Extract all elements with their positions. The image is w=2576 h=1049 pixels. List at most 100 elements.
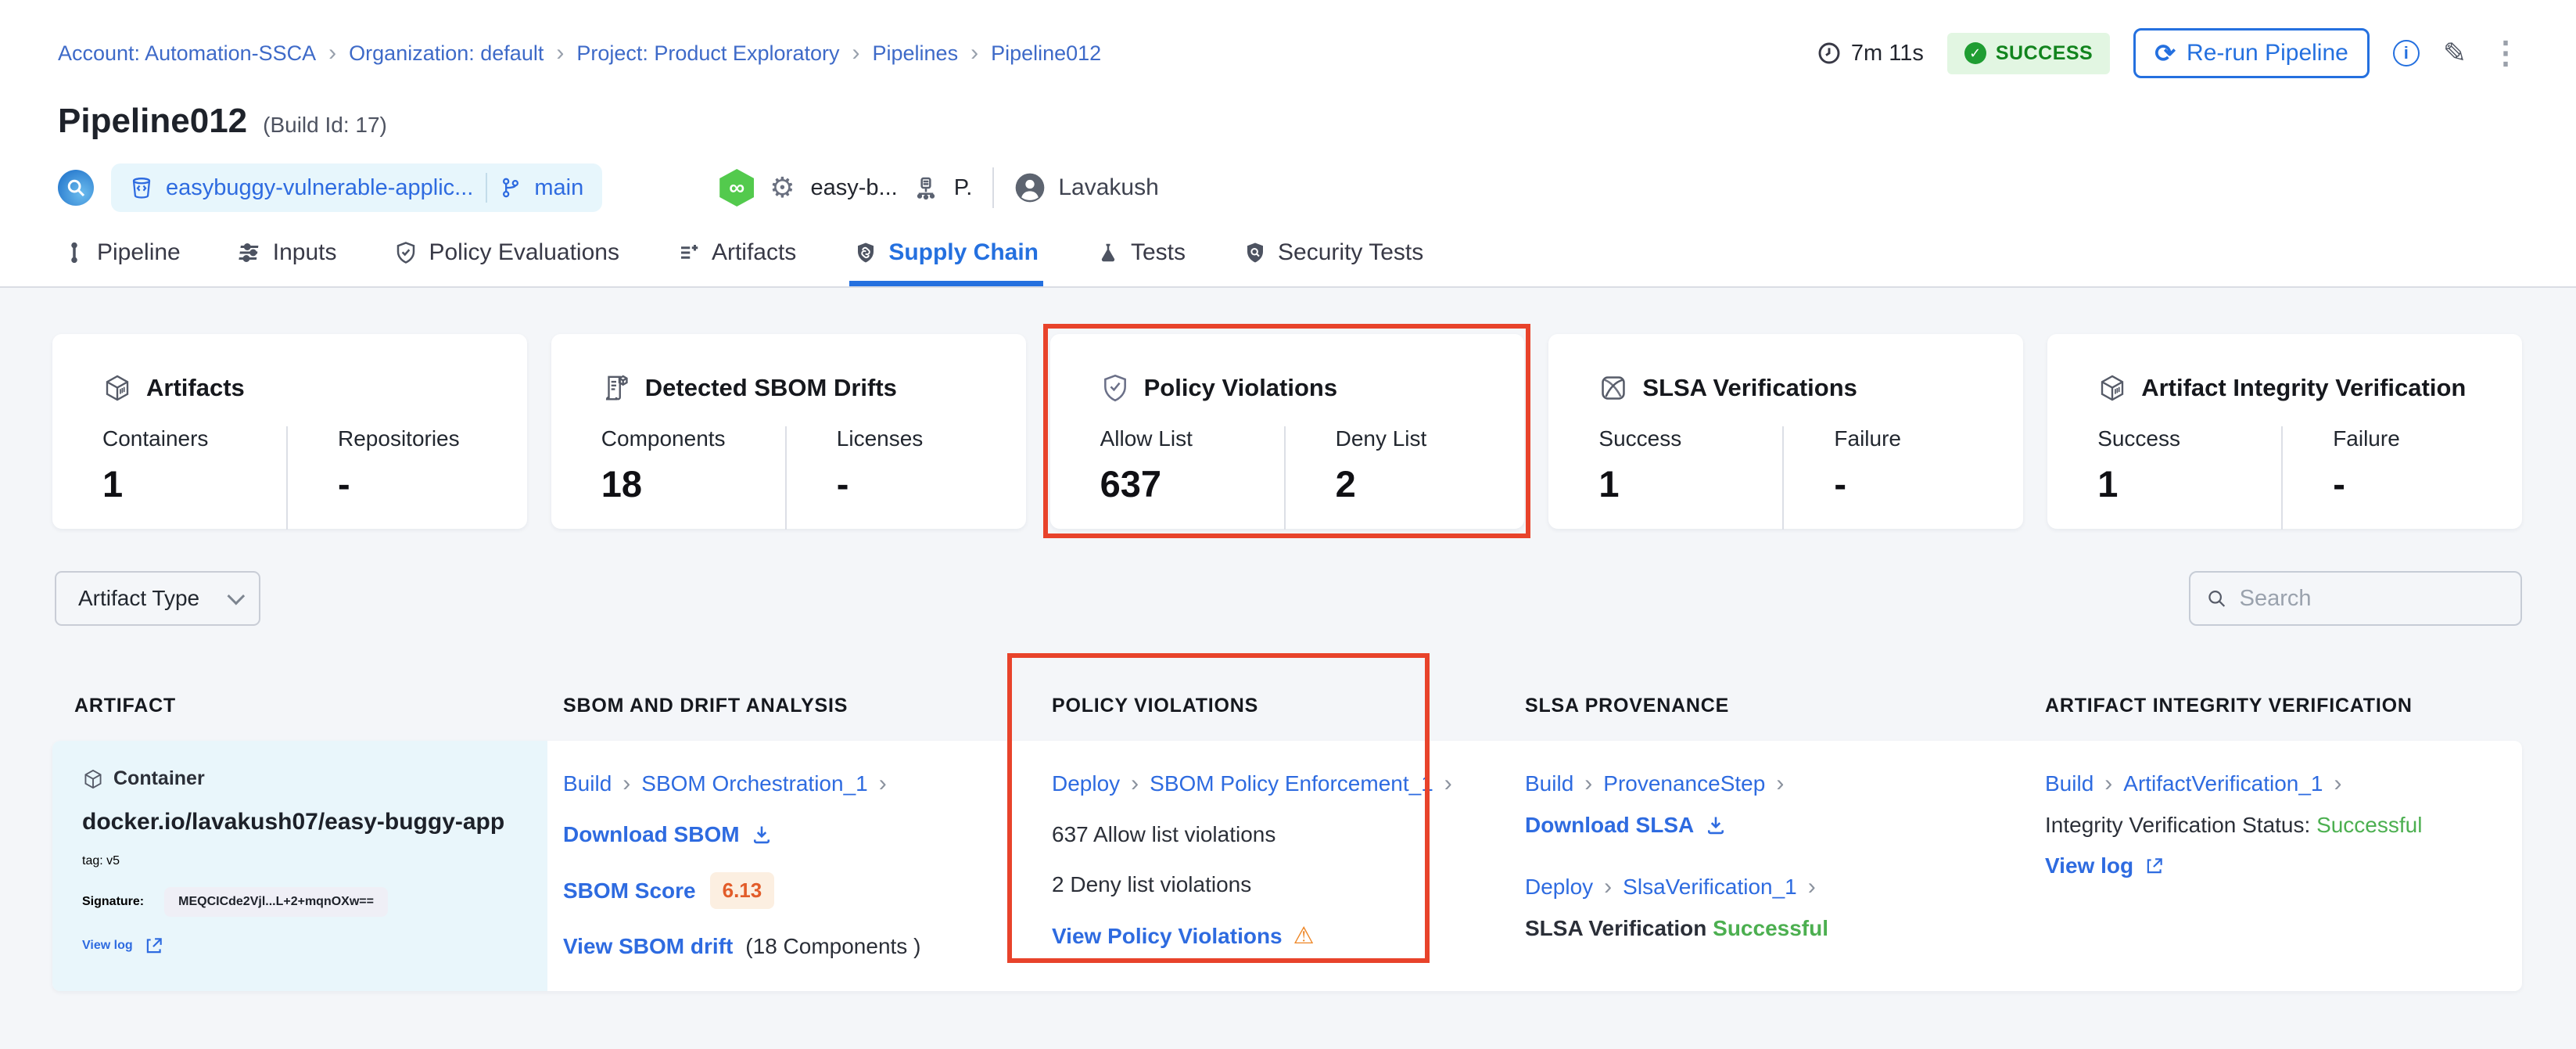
breadcrumb-separator: › <box>970 41 978 65</box>
breadcrumb-separator: › <box>852 41 860 65</box>
provenance-step-link[interactable]: ProvenanceStep <box>1603 771 1765 796</box>
sbom-stage-link[interactable]: Build <box>563 771 612 796</box>
breadcrumb-pipeline012[interactable]: Pipeline012 <box>991 41 1101 66</box>
card-title: Artifacts <box>146 374 245 402</box>
breadcrumb-organization[interactable]: Organization: default <box>349 41 544 66</box>
user-name: Lavakush <box>1058 174 1158 201</box>
chevron-right-icon: › <box>1131 771 1139 797</box>
flask-icon <box>1096 241 1120 264</box>
tab-inputs[interactable]: Inputs <box>234 236 342 286</box>
branch-name-link[interactable]: main <box>534 175 583 201</box>
kebab-menu-icon[interactable]: ⋮ <box>2490 35 2521 71</box>
sbom-score-badge: 6.13 <box>710 872 775 909</box>
slsa-verification-status: Successful <box>1713 916 1828 940</box>
metric-containers: Containers 1 <box>102 426 286 530</box>
tab-security-tests[interactable]: Security Tests <box>1239 236 1428 286</box>
sbom-step-link[interactable]: SBOM Orchestration_1 <box>641 771 867 796</box>
pipeline-execution-page: Account: Automation-SSCA › Organization:… <box>0 0 2576 1033</box>
tab-pipeline[interactable]: Pipeline <box>58 236 185 286</box>
chevron-right-icon: › <box>1776 771 1784 797</box>
view-sbom-drift-link[interactable]: View SBOM drift <box>563 934 733 959</box>
view-log-link[interactable]: View log <box>82 939 133 953</box>
view-policy-violations-link[interactable]: View Policy Violations <box>1052 924 1283 949</box>
card-title: Detected SBOM Drifts <box>645 374 897 402</box>
metric-value: - <box>2333 462 2517 505</box>
artifact-cell: Container docker.io/lavakush07/easy-bugg… <box>52 741 547 991</box>
execution-tabs: Pipeline Inputs Policy Evaluations Artif… <box>0 236 2576 288</box>
info-icon[interactable]: i <box>2393 40 2420 66</box>
view-log-link[interactable]: View log <box>2045 853 2133 878</box>
breadcrumb-account[interactable]: Account: Automation-SSCA <box>58 41 316 66</box>
repo-name-link[interactable]: easybuggy-vulnerable-applic... <box>166 175 473 201</box>
trigger-pipeline-name[interactable]: easy-b... <box>810 175 897 201</box>
code-repo-icon <box>58 170 94 206</box>
shield-check-outline-icon <box>394 241 418 264</box>
col-header-policy-violations: POLICY VIOLATIONS <box>1036 695 1509 717</box>
card-artifacts: Artifacts Containers 1 Repositories - <box>52 334 527 529</box>
tab-label: Artifacts <box>712 239 796 266</box>
slsa-verification-step-link[interactable]: SlsaVerification_1 <box>1623 875 1797 900</box>
cube-icon <box>82 768 104 790</box>
metric-value: 1 <box>1598 462 1782 505</box>
tab-supply-chain[interactable]: Supply Chain <box>849 236 1043 286</box>
gear-icon: ⚙ <box>770 171 795 204</box>
warning-triangle-icon: ⚠ <box>1293 922 1315 950</box>
tab-tests[interactable]: Tests <box>1092 236 1190 286</box>
supply-chain-content: Artifacts Containers 1 Repositories - <box>0 288 2576 1049</box>
check-circle-icon: ✓ <box>1964 42 1986 64</box>
chevron-right-icon: › <box>1584 771 1592 797</box>
metric-label: Failure <box>2333 426 2517 451</box>
rerun-pipeline-button[interactable]: ⟳ Re-run Pipeline <box>2133 28 2370 78</box>
metric-value: - <box>837 462 1021 505</box>
cube-icon <box>2097 373 2127 403</box>
metric-divider <box>1284 426 1286 530</box>
tab-artifacts[interactable]: Artifacts <box>673 236 801 286</box>
metric-label: Failure <box>1834 426 2018 451</box>
title-row: Pipeline012 (Build Id: 17) <box>58 102 2518 141</box>
metric-value: 18 <box>601 462 785 505</box>
slsa-build-stage-link[interactable]: Build <box>1525 771 1573 796</box>
integrity-step-link[interactable]: ArtifactVerification_1 <box>2123 771 2323 796</box>
integrity-status: Successful <box>2316 813 2422 837</box>
metric-allow-list: Allow List 637 <box>1100 426 1284 530</box>
download-slsa-link[interactable]: Download SLSA <box>1525 813 1694 838</box>
shield-check-icon <box>1100 373 1130 403</box>
sbom-score-link[interactable]: SBOM Score <box>563 878 696 904</box>
metric-integrity-failure: Failure - <box>2333 426 2517 530</box>
card-sbom-drifts: Detected SBOM Drifts Components 18 Licen… <box>551 334 1026 529</box>
tab-policy-evaluations[interactable]: Policy Evaluations <box>389 236 623 286</box>
top-bar: Account: Automation-SSCA › Organization:… <box>0 0 2576 78</box>
build-id: (Build Id: 17) <box>263 113 387 138</box>
card-title: Policy Violations <box>1144 374 1338 402</box>
edit-pencil-icon[interactable]: ✎ <box>2443 39 2467 67</box>
slsa-deploy-stage-link[interactable]: Deploy <box>1525 875 1593 900</box>
trigger-stage-name[interactable]: P. <box>954 175 973 201</box>
metric-label: Allow List <box>1100 426 1284 451</box>
metric-label: Components <box>601 426 785 451</box>
metric-value: - <box>1834 462 2018 505</box>
security-shield-icon <box>1243 241 1267 264</box>
card-title: SLSA Verifications <box>1642 374 1857 402</box>
integrity-status-label: Integrity Verification Status: <box>2045 813 2310 837</box>
metric-divider <box>286 426 288 530</box>
clock-icon <box>1817 41 1842 66</box>
refresh-icon: ⟳ <box>2154 38 2176 68</box>
policy-step-link[interactable]: SBOM Policy Enforcement_1 <box>1150 771 1433 796</box>
card-policy-violations: Policy Violations Allow List 637 Deny Li… <box>1050 334 1525 529</box>
card-title: Artifact Integrity Verification <box>2141 374 2466 402</box>
repository-icon <box>130 176 153 199</box>
breadcrumb-project[interactable]: Project: Product Exploratory <box>576 41 839 66</box>
search-box <box>2189 571 2522 626</box>
artifact-type-select[interactable]: Artifact Type <box>55 571 260 626</box>
artifact-name: docker.io/lavakush07/easy-buggy-app <box>82 809 518 835</box>
download-sbom-link[interactable]: Download SBOM <box>563 822 740 847</box>
top-actions: 7m 11s ✓ SUCCESS ⟳ Re-run Pipeline i ✎ ⋮ <box>1817 28 2521 78</box>
breadcrumb: Account: Automation-SSCA › Organization:… <box>58 41 1101 66</box>
list-plus-icon <box>677 241 701 264</box>
breadcrumb-pipelines[interactable]: Pipelines <box>873 41 959 66</box>
search-input[interactable] <box>2240 586 2505 612</box>
policy-stage-link[interactable]: Deploy <box>1052 771 1120 796</box>
integrity-stage-link[interactable]: Build <box>2045 771 2093 796</box>
metric-value: 1 <box>102 462 286 505</box>
signature-value[interactable]: MEQCICde2Vjl...L+2+mqnOXw== <box>164 887 388 917</box>
